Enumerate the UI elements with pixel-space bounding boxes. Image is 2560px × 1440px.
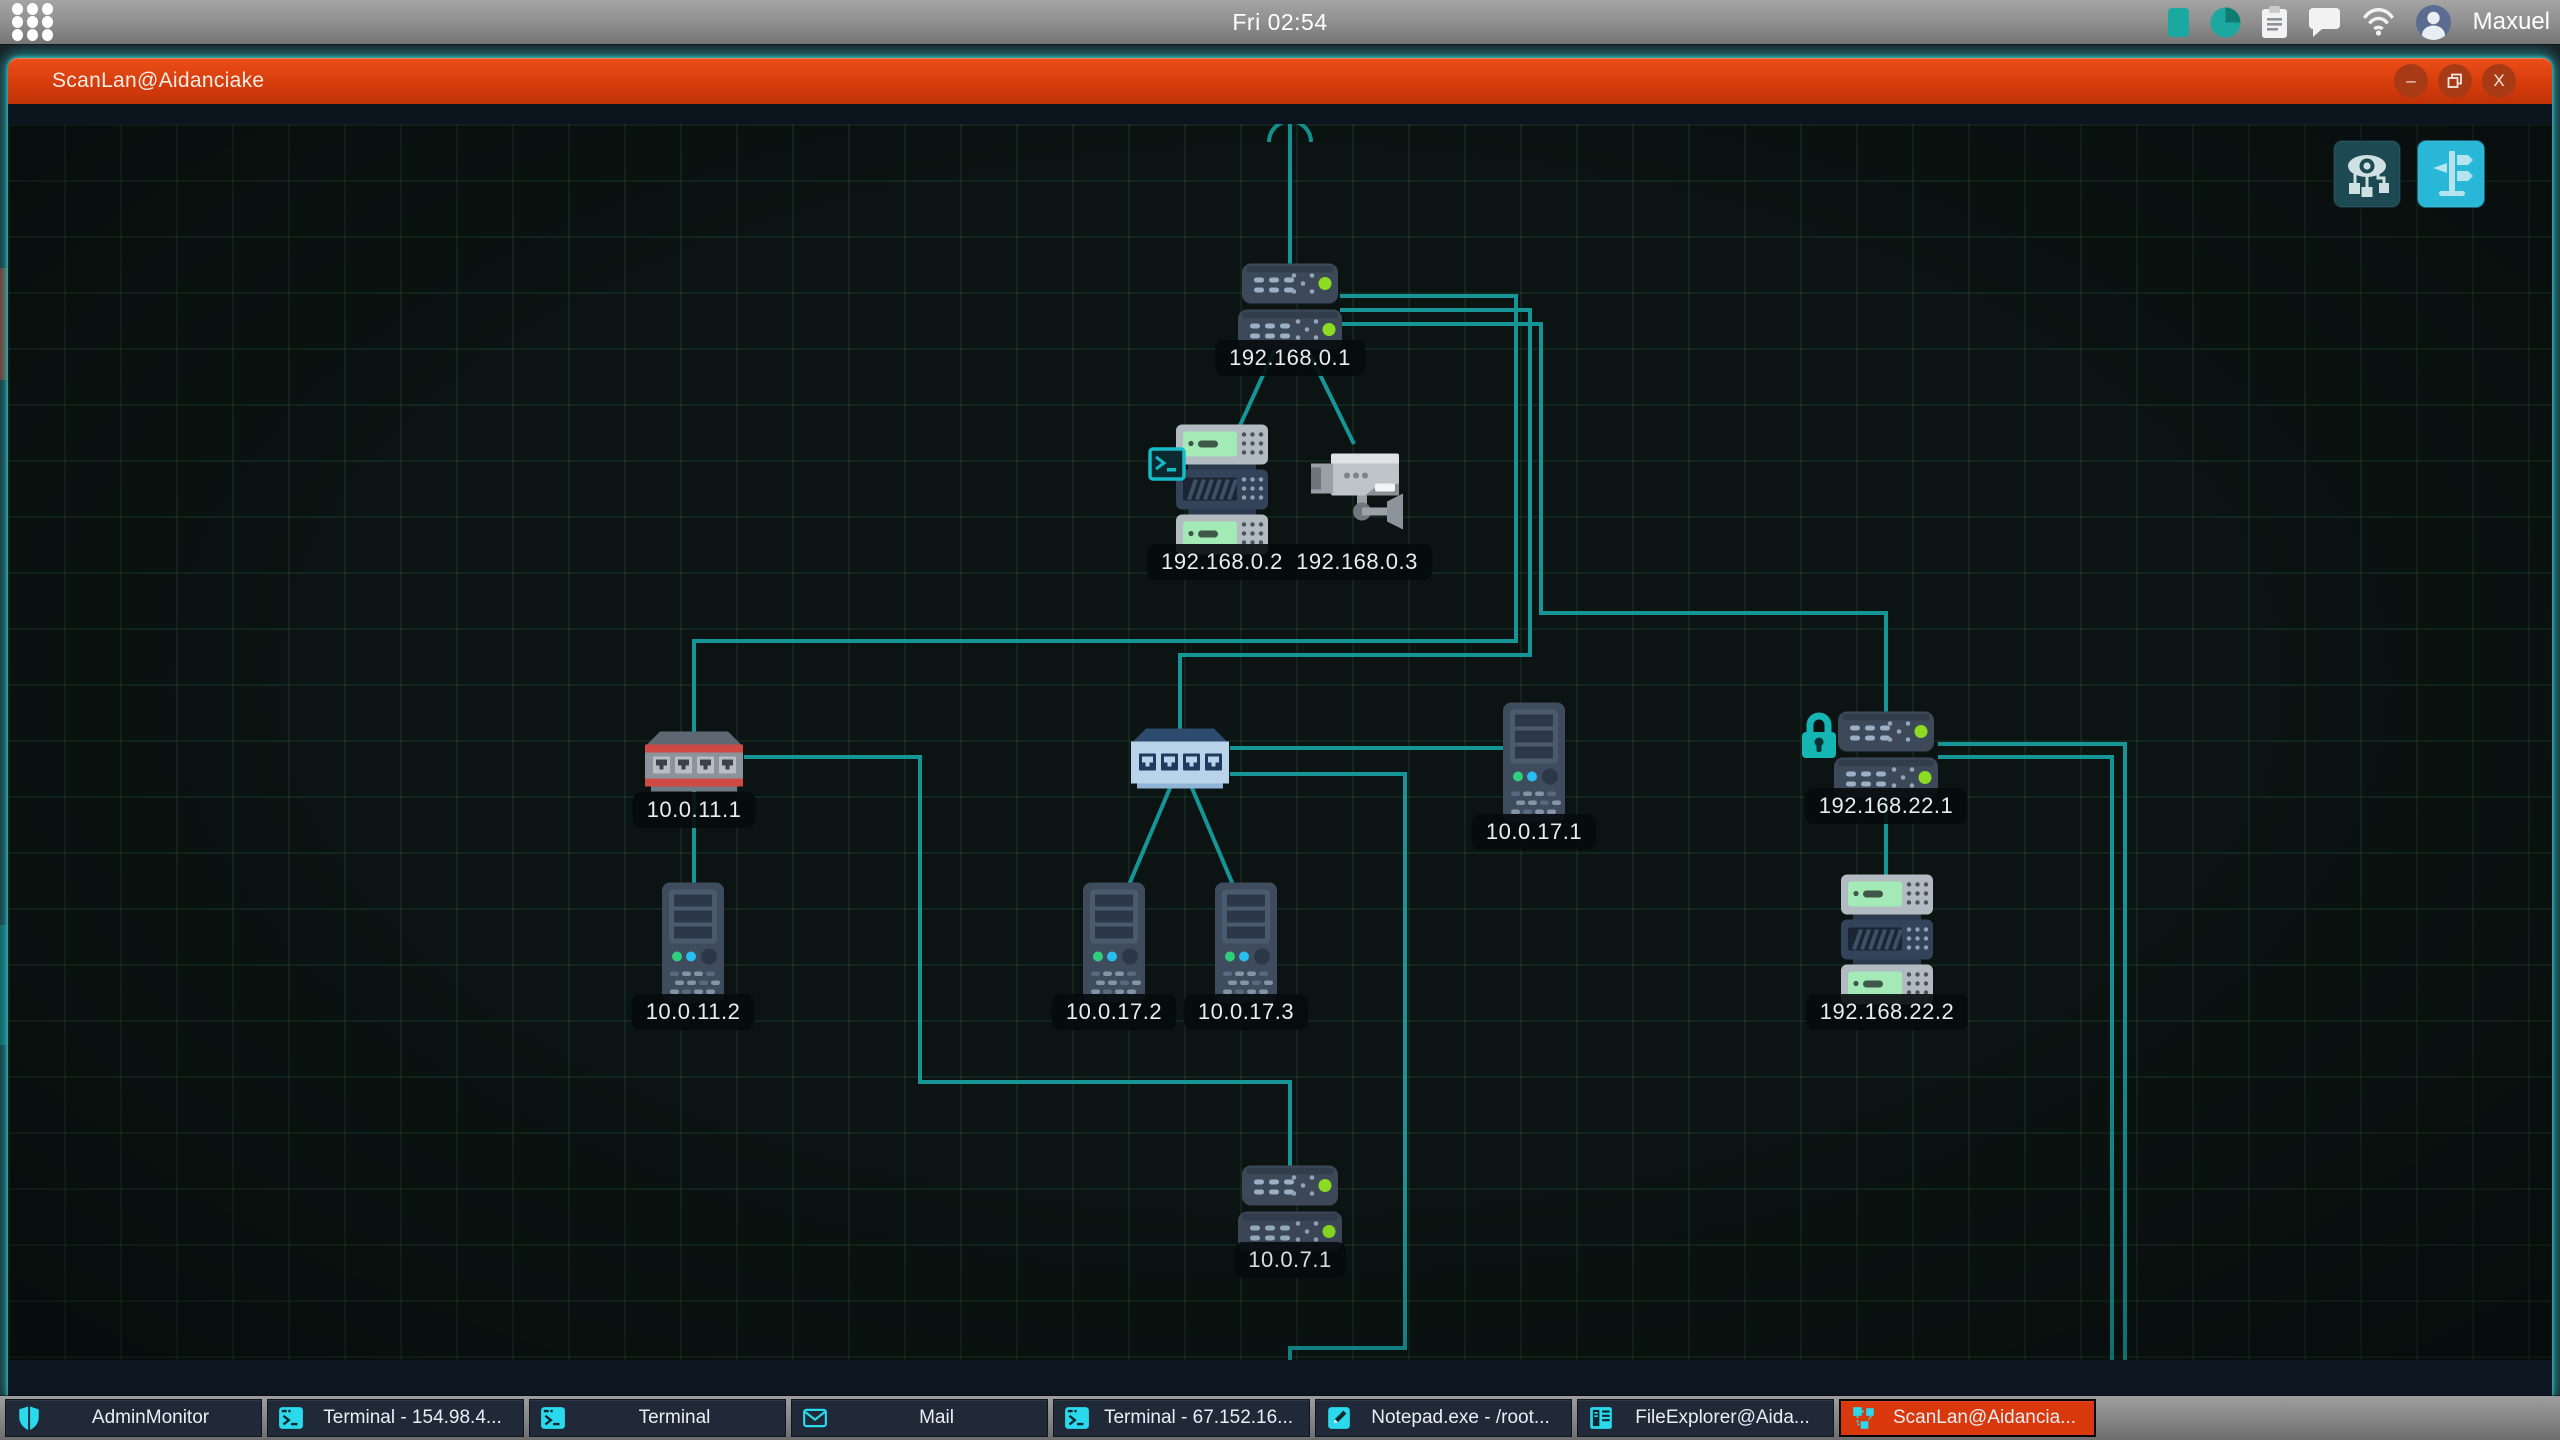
restore-icon xyxy=(2447,73,2463,89)
terminal-icon xyxy=(277,1404,305,1432)
wifi-icon xyxy=(2361,8,2396,36)
node-ip-label: 192.168.22.2 xyxy=(1806,994,1968,1030)
server-rack-icon xyxy=(1176,425,1268,560)
system-topbar: Fri 02:54 Maxuel xyxy=(0,0,2560,44)
taskbar-item-fileexplorer-aida-[interactable]: FileExplorer@Aida... xyxy=(1577,1399,1834,1437)
taskbar: AdminMonitor Terminal - 154.98.4... Termin… xyxy=(0,1396,2560,1440)
restore-button[interactable] xyxy=(2438,64,2472,98)
terminal-icon xyxy=(1063,1404,1091,1432)
switch-red-icon xyxy=(644,732,744,799)
terminal-badge-icon xyxy=(1148,447,1186,486)
node-ip-label: 10.0.7.1 xyxy=(1234,1242,1346,1278)
tower-pc-icon xyxy=(1083,883,1145,1008)
signpost-button[interactable] xyxy=(2417,140,2485,208)
shield-icon xyxy=(15,1404,43,1432)
taskbar-item-scanlan-aidancia-[interactable]: ScanLan@Aidancia... xyxy=(1839,1399,2096,1437)
taskbar-item-label: Terminal - 67.152.16... xyxy=(1097,1407,1300,1429)
node-ip-label: 10.0.11.2 xyxy=(632,994,755,1030)
desktop: Fri 02:54 Maxuel ScanLan@Aidanciake – X xyxy=(0,0,2560,1440)
taskbar-item-terminal-154-98-4-[interactable]: Terminal - 154.98.4... xyxy=(267,1399,524,1437)
chat-icon xyxy=(2308,7,2341,38)
eye-network-button[interactable] xyxy=(2333,140,2401,208)
tower-pc-icon xyxy=(1503,703,1565,828)
node-ip-label: 192.168.0.2 xyxy=(1147,544,1297,580)
file-explorer-icon xyxy=(1587,1404,1615,1432)
window-controls: – X xyxy=(2394,64,2516,98)
avatar-icon[interactable] xyxy=(2416,5,2451,40)
background-window-edge xyxy=(0,268,7,380)
taskbar-item-adminmonitor[interactable]: AdminMonitor xyxy=(5,1399,262,1437)
window-title: ScanLan@Aidanciake xyxy=(52,69,264,93)
clipboard-icon xyxy=(2261,6,2288,39)
node-layer: 192.168.0.1 192.168.0.2 192.16 xyxy=(8,124,2552,1360)
terminal-icon xyxy=(539,1404,567,1432)
taskbar-item-notepad-exe-root-[interactable]: Notepad.exe - /root... xyxy=(1315,1399,1572,1437)
window-titlebar[interactable]: ScanLan@Aidanciake – X xyxy=(8,58,2552,104)
taskbar-item-label: ScanLan@Aidancia... xyxy=(1884,1407,2085,1429)
taskbar-item-terminal[interactable]: Terminal xyxy=(529,1399,786,1437)
node-ip-label: 10.0.11.1 xyxy=(633,792,756,828)
node-ip-label: 10.0.17.3 xyxy=(1184,994,1308,1030)
network-map[interactable]: 192.168.0.1 192.168.0.2 192.16 xyxy=(8,124,2552,1360)
node-ip-label: 10.0.17.1 xyxy=(1472,814,1596,850)
node-ip-label: 10.0.17.2 xyxy=(1052,994,1176,1030)
apps-grid-icon[interactable] xyxy=(12,3,57,42)
mail-icon xyxy=(801,1404,829,1432)
taskbar-item-label: AdminMonitor xyxy=(49,1407,252,1429)
taskbar-item-label: Mail xyxy=(835,1407,1038,1429)
notepad-icon xyxy=(1325,1404,1353,1432)
system-tray: Maxuel xyxy=(2167,0,2550,44)
signpost-icon xyxy=(2427,149,2475,200)
scanlan-icon xyxy=(1850,1404,1878,1432)
minimize-icon: – xyxy=(2406,64,2415,98)
close-icon: X xyxy=(2493,64,2504,98)
node-ip-label: 192.168.0.1 xyxy=(1215,340,1365,376)
eye-network-icon xyxy=(2343,149,2391,200)
taskbar-item-label: Terminal - 154.98.4... xyxy=(311,1407,514,1429)
battery-icon xyxy=(2167,7,2190,38)
node-ip-label: 192.168.0.3 xyxy=(1282,544,1432,580)
scanlan-window: ScanLan@Aidanciake – X 192.168.0.1 xyxy=(8,58,2552,1396)
minimize-button[interactable]: – xyxy=(2394,64,2428,98)
taskbar-item-label: FileExplorer@Aida... xyxy=(1621,1407,1824,1429)
username-label: Maxuel xyxy=(2473,8,2550,36)
taskbar-item-mail[interactable]: Mail xyxy=(791,1399,1048,1437)
lock-icon xyxy=(1800,712,1838,765)
camera-icon xyxy=(1307,442,1407,539)
system-clock: Fri 02:54 xyxy=(1232,9,1327,36)
taskbar-item-label: Notepad.exe - /root... xyxy=(1359,1407,1562,1429)
node-ip-label: 192.168.22.1 xyxy=(1805,788,1967,824)
server-rack-icon xyxy=(1841,875,1933,1010)
tower-pc-icon xyxy=(662,883,724,1008)
window-menustrip xyxy=(8,104,2552,124)
taskbar-item-terminal-67-152-16-[interactable]: Terminal - 67.152.16... xyxy=(1053,1399,1310,1437)
tower-pc-icon xyxy=(1215,883,1277,1008)
background-window-edge xyxy=(0,925,7,1045)
close-button[interactable]: X xyxy=(2482,64,2516,98)
taskbar-item-label: Terminal xyxy=(573,1407,776,1429)
switch-blue-icon xyxy=(1130,729,1230,796)
pie-chart-icon xyxy=(2210,7,2241,38)
